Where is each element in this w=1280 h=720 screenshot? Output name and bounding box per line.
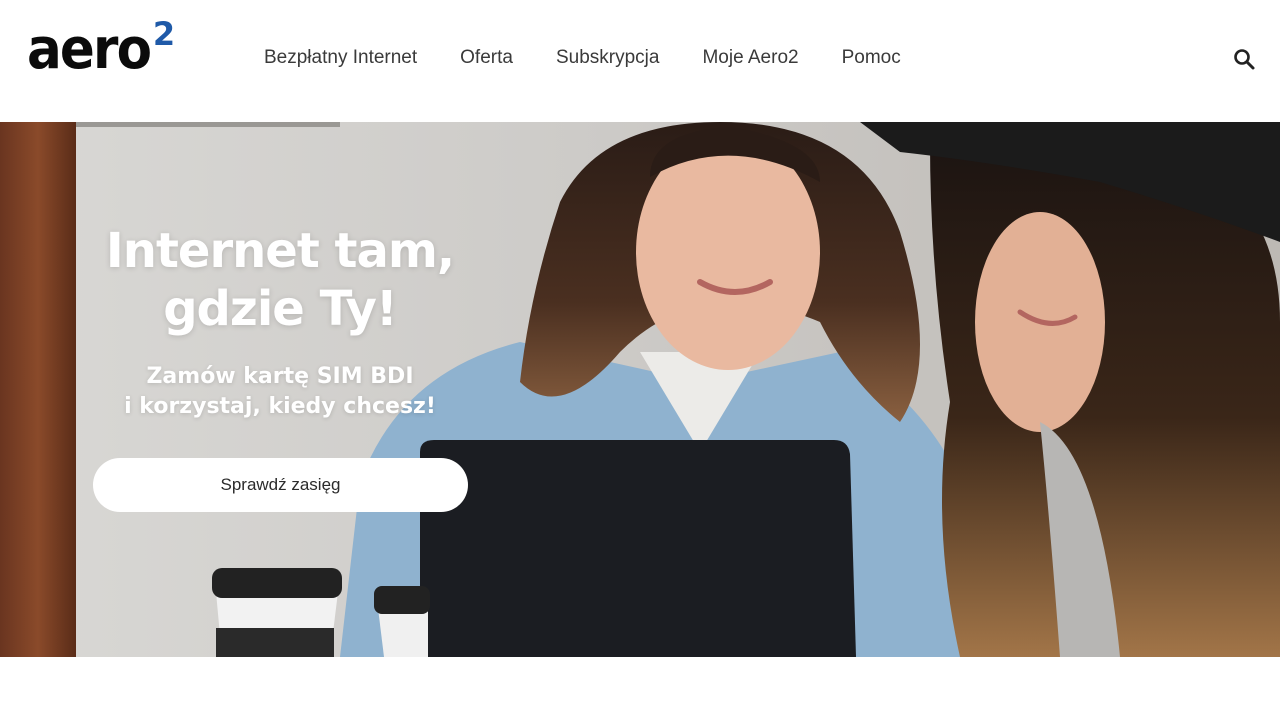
- nav-item-pomoc[interactable]: Pomoc: [842, 44, 901, 72]
- search-icon[interactable]: [1232, 47, 1256, 71]
- hero-subtitle: Zamów kartę SIM BDI i korzystaj, kiedy c…: [92, 362, 468, 422]
- hero-banner: Internet tam, gdzie Ty! Zamów kartę SIM …: [0, 122, 1280, 657]
- main-navigation: Bezpłatny Internet Oferta Subskrypcja Mo…: [264, 44, 944, 72]
- logo-text: aero: [27, 17, 152, 82]
- hero-subtitle-line-2: i korzystaj, kiedy chcesz!: [124, 394, 436, 419]
- site-header: aero 2 Bezpłatny Internet Oferta Subskry…: [0, 0, 1280, 122]
- page-content-area: [0, 657, 1280, 720]
- hero-title: Internet tam, gdzie Ty!: [92, 222, 468, 338]
- nav-item-bezplatny-internet[interactable]: Bezpłatny Internet: [264, 44, 417, 72]
- hero-title-line-1: Internet tam,: [105, 223, 455, 279]
- nav-item-moje-aero2[interactable]: Moje Aero2: [702, 44, 798, 72]
- hero-subtitle-line-1: Zamów kartę SIM BDI: [146, 364, 414, 389]
- logo-superscript: 2: [152, 15, 176, 53]
- aero2-logo[interactable]: aero 2: [27, 18, 175, 82]
- nav-item-subskrypcja[interactable]: Subskrypcja: [556, 44, 660, 72]
- check-coverage-button[interactable]: Sprawdź zasięg: [93, 458, 468, 512]
- nav-item-oferta[interactable]: Oferta: [460, 44, 513, 72]
- hero-title-line-2: gdzie Ty!: [163, 281, 398, 337]
